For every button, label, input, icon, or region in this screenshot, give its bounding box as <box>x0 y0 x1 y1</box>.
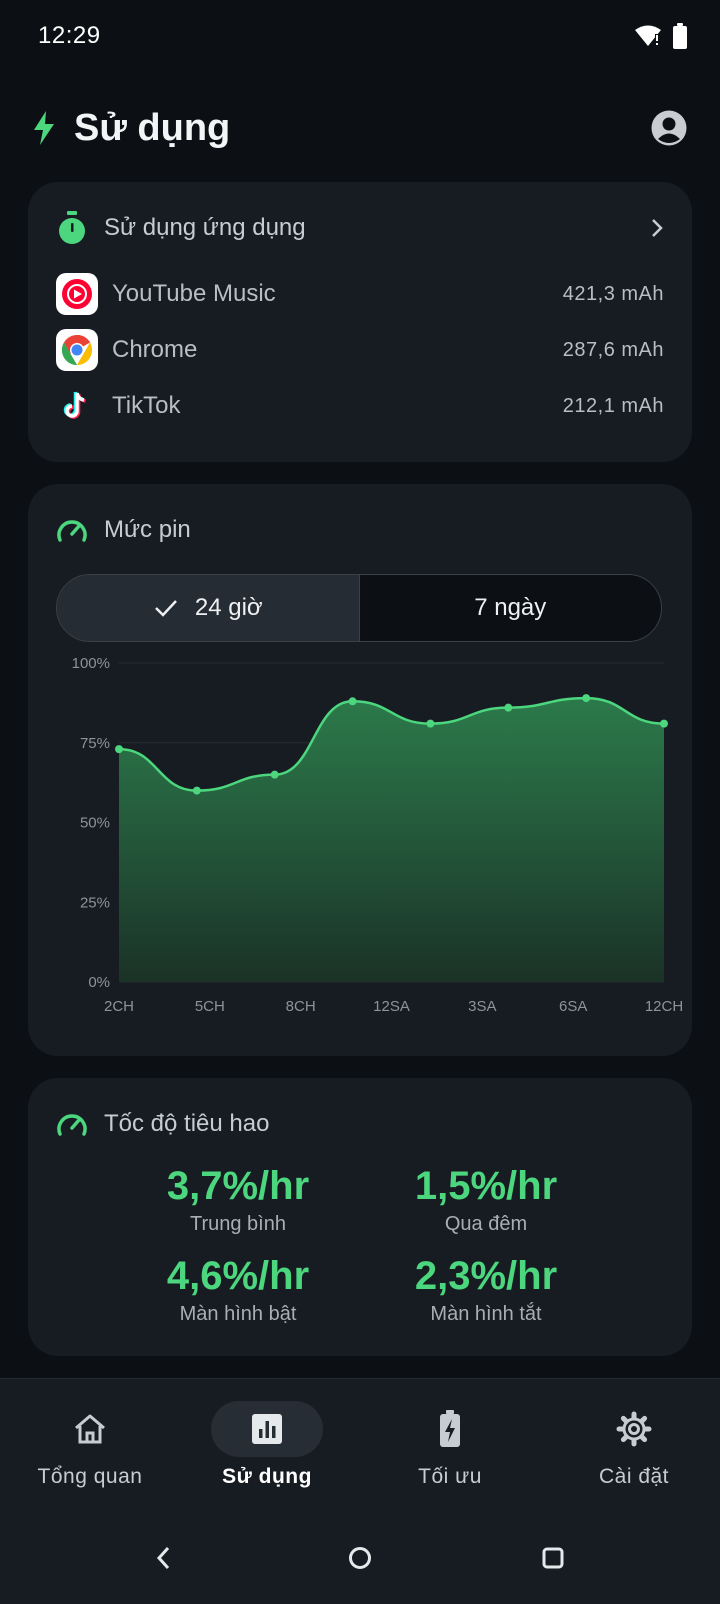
home-icon <box>75 1414 105 1444</box>
nav-item-overview[interactable]: Tổng quan <box>0 1401 180 1501</box>
chrome-icon <box>56 329 98 371</box>
bar-chart-icon <box>252 1414 282 1444</box>
drain-rate-header: Tốc độ tiêu hao <box>56 1104 664 1144</box>
metric-label: Màn hình tắt <box>430 1303 542 1325</box>
back-icon <box>156 1546 170 1570</box>
range-24h-label: 24 giờ <box>194 594 263 621</box>
chevron-right-icon[interactable] <box>650 218 664 238</box>
chart-y-tick-label: 25% <box>80 894 110 911</box>
metric-value: 4,6%/hr <box>166 1254 310 1298</box>
battery-icon <box>673 23 687 49</box>
range-24h-button[interactable]: 24 giờ <box>57 575 360 641</box>
check-icon <box>154 600 177 617</box>
metric-label: Màn hình bật <box>179 1303 297 1325</box>
back-button[interactable] <box>140 1534 188 1582</box>
nav-item-usage[interactable]: Sử dụng <box>177 1401 357 1501</box>
metric-value: 1,5%/hr <box>414 1164 558 1208</box>
range-toggle: 24 giờ 7 ngày <box>56 574 662 642</box>
metric-value: 2,3%/hr <box>414 1254 558 1298</box>
chart-point <box>582 694 591 703</box>
recents-button[interactable] <box>529 1534 577 1582</box>
chart-area-fill <box>119 698 664 982</box>
app-value: 212,1 mAh <box>562 394 664 417</box>
speedometer-icon <box>57 520 87 542</box>
app-usage-title: Sử dụng ứng dụng <box>104 214 306 241</box>
app-list: YouTube Music 421,3 mAh Chrome 287,6 mAh <box>56 266 664 434</box>
status-bar: 12:29 <box>0 0 720 72</box>
chart-point <box>270 770 279 779</box>
app-name: TikTok <box>112 392 181 419</box>
chart-point <box>504 703 513 712</box>
gear-icon <box>616 1411 652 1447</box>
app-row-chrome[interactable]: Chrome 287,6 mAh <box>56 322 664 378</box>
chart-y-tick-label: 50% <box>80 815 110 832</box>
account-icon[interactable] <box>650 109 688 147</box>
chart-y-tick-label: 100% <box>72 655 110 672</box>
status-time: 12:29 <box>38 22 101 49</box>
chart-x-tick-label: 6SA <box>559 998 587 1015</box>
home-button[interactable] <box>336 1534 384 1582</box>
chart-point <box>660 719 668 728</box>
stopwatch-icon <box>59 211 85 244</box>
range-7d-label: 7 ngày <box>474 594 547 621</box>
lightning-icon <box>34 111 54 145</box>
metric-average: 3,7%/hr Trung bình <box>118 1164 358 1236</box>
drain-rate-card: Tốc độ tiêu hao 3,7%/hr Trung bình 1,5%/… <box>28 1078 692 1356</box>
tiktok-icon <box>56 385 98 427</box>
page-title: Sử dụng <box>74 106 231 149</box>
status-icons <box>634 23 688 49</box>
metric-screen-on: 4,6%/hr Màn hình bật <box>118 1254 358 1326</box>
nav-label: Sử dụng <box>222 1465 312 1488</box>
nav-pill <box>394 1401 506 1457</box>
app-name: Chrome <box>112 336 198 363</box>
page-header: Sử dụng <box>0 100 720 156</box>
battery-chart: 100% 75% 50% 25% 0% 2CH 5CH 8CH 12SA 3SA 6SA 12CH <box>72 655 684 1015</box>
battery-level-header: Mức pin <box>56 510 664 550</box>
nav-item-settings[interactable]: Cài đặt <box>544 1401 720 1501</box>
system-nav <box>0 1534 720 1582</box>
metric-value: 3,7%/hr <box>166 1164 310 1208</box>
chart-point <box>192 786 201 795</box>
youtube-music-icon <box>56 273 98 315</box>
home-circle-icon <box>349 1547 371 1569</box>
chart-point <box>426 719 435 728</box>
chart-x-tick-label: 2CH <box>104 998 134 1015</box>
battery-level-card: Mức pin 24 giờ 7 ngày 100% 75% 50% 25% 0% 2CH… <box>28 484 692 1056</box>
speedometer-icon <box>57 1114 87 1136</box>
nav-pill <box>578 1401 690 1457</box>
chart-y-tick-label: 0% <box>88 974 110 991</box>
metric-label: Trung bình <box>190 1213 286 1235</box>
app-row-youtube-music[interactable]: YouTube Music 421,3 mAh <box>56 266 664 322</box>
battery-bolt-icon <box>440 1410 460 1447</box>
drain-rate-title: Tốc độ tiêu hao <box>104 1110 270 1137</box>
wifi-icon <box>635 25 661 46</box>
nav-pill <box>34 1401 146 1457</box>
chart-x-tick-label: 3SA <box>468 998 496 1015</box>
chart-y-tick-label: 75% <box>80 735 110 752</box>
app-name: YouTube Music <box>112 280 276 307</box>
chart-point <box>348 697 357 706</box>
app-usage-header[interactable]: Sử dụng ứng dụng <box>56 208 664 248</box>
nav-label: Cài đặt <box>598 1465 670 1488</box>
range-7d-button[interactable]: 7 ngày <box>359 575 661 641</box>
recents-icon <box>542 1547 564 1569</box>
nav-label: Tổng quan <box>37 1465 143 1488</box>
app-value: 287,6 mAh <box>562 338 664 361</box>
nav-item-optimize[interactable]: Tối ưu <box>360 1401 540 1501</box>
metric-overnight: 1,5%/hr Qua đêm <box>366 1164 606 1236</box>
metric-label: Qua đêm <box>444 1213 528 1235</box>
app-row-tiktok[interactable]: TikTok 212,1 mAh <box>56 378 664 434</box>
chart-x-tick-label: 12CH <box>645 998 683 1015</box>
chart-x-tick-label: 5CH <box>195 998 225 1015</box>
battery-level-title: Mức pin <box>104 516 191 543</box>
app-value: 421,3 mAh <box>562 282 664 305</box>
metric-screen-off: 2,3%/hr Màn hình tắt <box>366 1254 606 1326</box>
nav-label: Tối ưu <box>418 1465 482 1488</box>
chart-x-tick-label: 8CH <box>286 998 316 1015</box>
chart-x-tick-label: 12SA <box>373 998 410 1015</box>
nav-pill <box>211 1401 323 1457</box>
app-usage-card[interactable]: Sử dụng ứng dụng YouTube Music 421,3 mAh <box>28 182 692 462</box>
chart-point <box>115 745 123 754</box>
